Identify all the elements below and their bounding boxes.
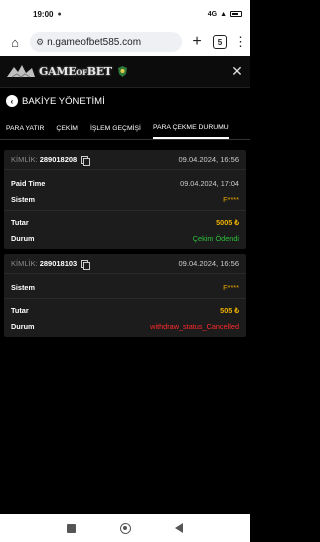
copy-icon[interactable] xyxy=(81,155,91,166)
system-row: Sistem F**** xyxy=(4,279,246,295)
address-bar[interactable]: ⚙ n.gameofbet585.com xyxy=(30,32,182,52)
transaction-id: 289018103 xyxy=(39,259,78,268)
clock: 19:00 xyxy=(33,9,54,19)
transaction-card: KİMLİK: 289018103 09.04.2024, 16:56 Sist… xyxy=(4,254,246,337)
tab-deposit[interactable]: PARA YATIR xyxy=(6,118,44,139)
home-circle-icon[interactable] xyxy=(120,522,131,534)
transaction-date: 09.04.2024, 16:56 xyxy=(178,259,239,268)
system-nav-bar xyxy=(0,514,250,542)
site-logo[interactable]: GAMEOFBET xyxy=(6,63,128,81)
tab-history[interactable]: İŞLEM GEÇMİŞİ xyxy=(90,118,141,139)
dragon-logo-icon xyxy=(7,64,35,78)
status-row: Durum withdraw_status_Cancelled xyxy=(4,318,246,334)
url-text: n.gameofbet585.com xyxy=(47,36,142,48)
page-title: BAKİYE YÖNETİMİ xyxy=(22,95,105,107)
amount-row: Tutar 505 ₺ xyxy=(4,302,246,318)
system-row: Sistem F**** xyxy=(4,191,246,207)
status-icons: 4G ▲ xyxy=(208,11,242,18)
site-header: GAMEOFBET ✕ xyxy=(0,56,250,88)
network-label: 4G xyxy=(207,10,218,18)
id-label: KİMLİK: xyxy=(11,259,38,268)
divider xyxy=(4,298,246,299)
paid-time-value: 09.04.2024, 17:04 xyxy=(180,178,239,188)
chat-notification-icon: ● xyxy=(57,10,62,18)
home-icon[interactable]: ⌂ xyxy=(6,35,24,50)
tab-bar: PARA YATIR ÇEKİM İŞLEM GEÇMİŞİ PARA ÇEKM… xyxy=(0,118,250,140)
system-label: Sistem xyxy=(11,194,35,204)
card-header: KİMLİK: 289018103 09.04.2024, 16:56 xyxy=(4,254,246,274)
new-tab-icon[interactable]: + xyxy=(188,33,206,51)
page-header: ‹ BAKİYE YÖNETİMİ xyxy=(0,88,250,114)
back-button[interactable]: ‹ xyxy=(6,95,18,107)
transaction-date: 09.04.2024, 16:56 xyxy=(178,155,239,164)
amount-row: Tutar 5005 ₺ xyxy=(4,214,246,230)
amount-value: 5005 ₺ xyxy=(216,217,239,227)
more-menu-icon[interactable]: ⋮ xyxy=(234,34,247,50)
transaction-card: KİMLİK: 289018208 09.04.2024, 16:56 Paid… xyxy=(4,150,246,249)
amount-label: Tutar xyxy=(11,305,29,315)
signal-icon: ▲ xyxy=(220,10,227,18)
amount-label: Tutar xyxy=(11,217,29,227)
status-bar: 19:00 ● 4G ▲ xyxy=(0,0,250,28)
battery-icon xyxy=(230,11,242,17)
system-value: F**** xyxy=(223,282,239,292)
transaction-id: 289018208 xyxy=(39,155,78,164)
recents-icon[interactable] xyxy=(67,523,76,533)
status-row: Durum Çekim Ödendi xyxy=(4,230,246,246)
copy-icon[interactable] xyxy=(81,259,91,270)
close-icon[interactable]: ✕ xyxy=(230,63,244,80)
site-settings-icon[interactable]: ⚙ xyxy=(36,37,44,48)
id-label: KİMLİK: xyxy=(11,155,38,164)
system-label: Sistem xyxy=(11,282,35,292)
status-badge: Çekim Ödendi xyxy=(192,233,239,243)
back-triangle-icon[interactable] xyxy=(175,523,183,533)
logo-wordmark: GAMEOFBET xyxy=(39,65,112,78)
browser-toolbar: ⌂ ⚙ n.gameofbet585.com + 5 ⋮ xyxy=(0,28,250,56)
divider xyxy=(4,210,246,211)
crest-icon xyxy=(117,66,127,77)
status-label: Durum xyxy=(11,321,35,331)
status-badge: withdraw_status_Cancelled xyxy=(150,321,239,331)
amount-value: 505 ₺ xyxy=(220,305,239,315)
tab-withdraw-status[interactable]: PARA ÇEKME DURUMU xyxy=(152,118,229,139)
paid-time-label: Paid Time xyxy=(11,178,46,188)
system-value: F**** xyxy=(223,194,239,204)
tab-withdraw[interactable]: ÇEKİM xyxy=(56,118,78,139)
status-label: Durum xyxy=(11,233,35,243)
card-header: KİMLİK: 289018208 09.04.2024, 16:56 xyxy=(4,150,246,170)
paid-time-row: Paid Time 09.04.2024, 17:04 xyxy=(4,175,246,191)
tab-switcher-button[interactable]: 5 xyxy=(213,35,227,49)
